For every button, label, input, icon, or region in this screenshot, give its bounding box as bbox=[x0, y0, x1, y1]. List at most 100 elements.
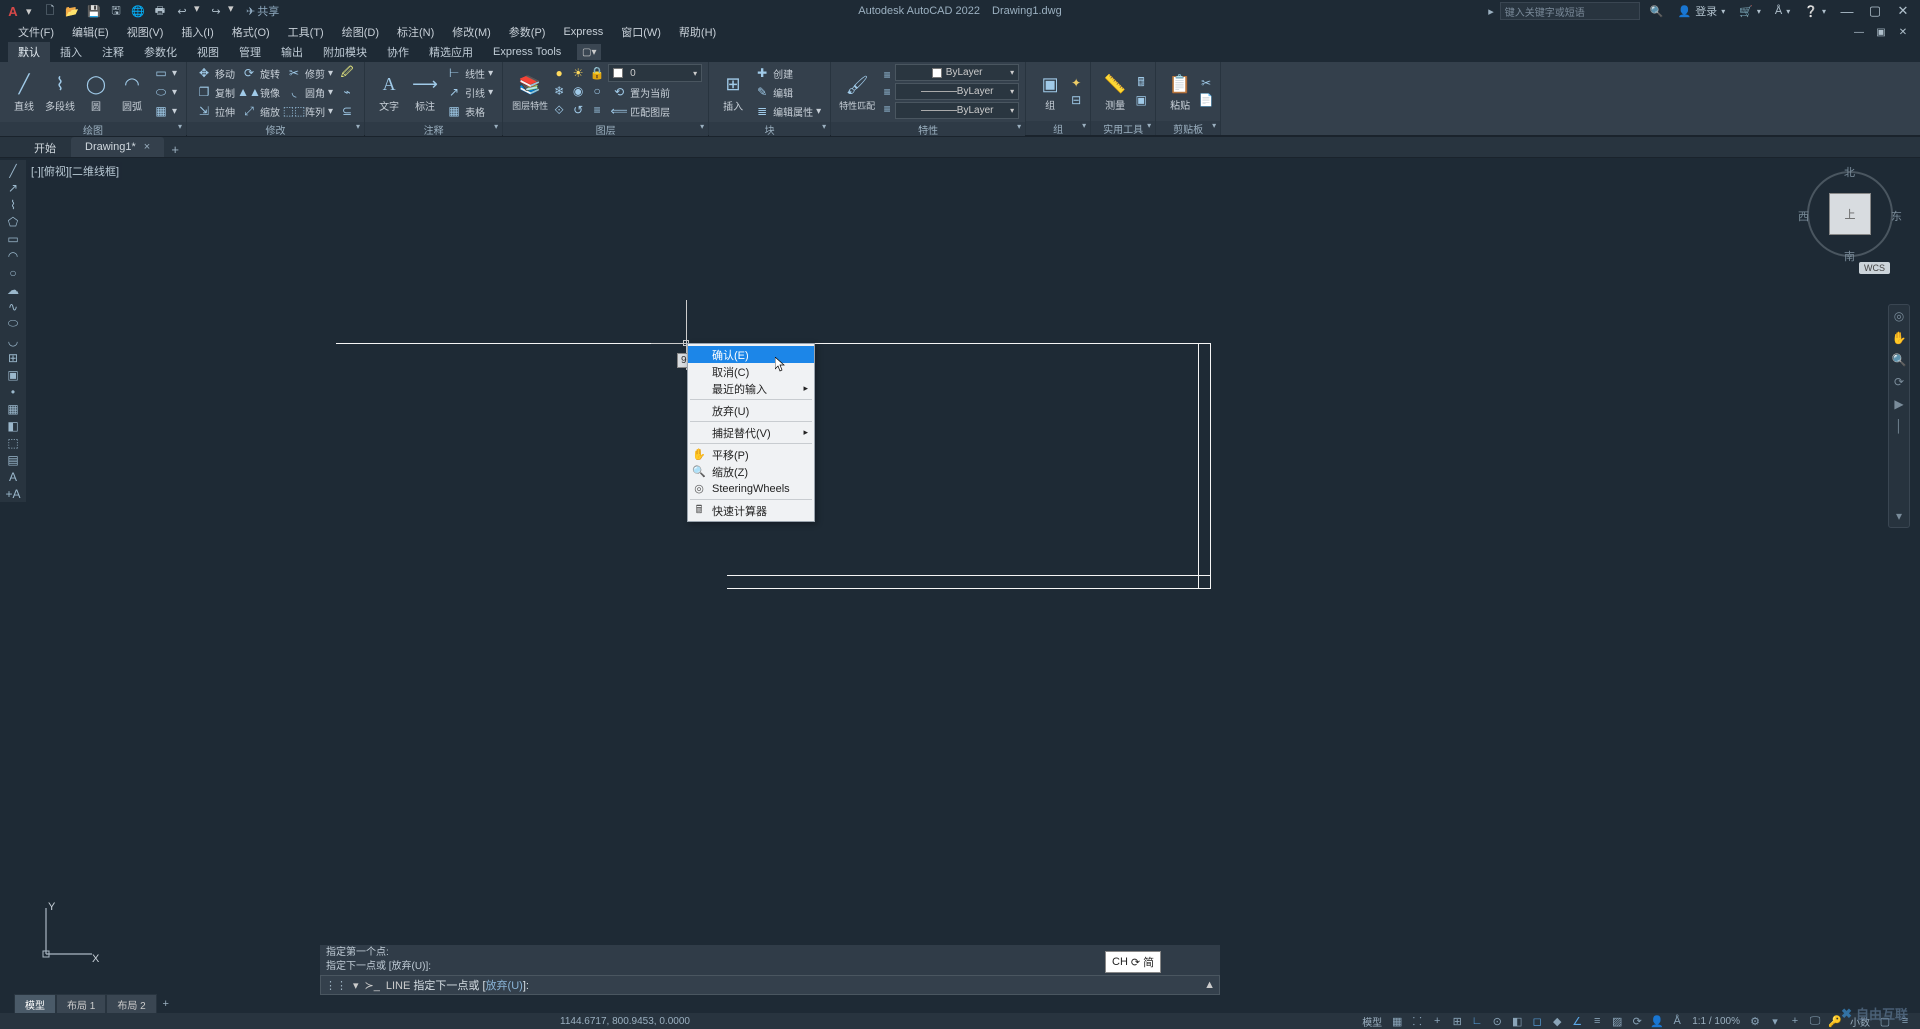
layer-selector[interactable]: 0▾ bbox=[608, 64, 702, 82]
nav-expand-icon[interactable]: ▾ bbox=[1889, 505, 1909, 527]
tool-ellarc-icon[interactable]: ◡ bbox=[0, 332, 26, 349]
ribbon-tab-annotate[interactable]: 注释 bbox=[92, 42, 134, 62]
tool-spline-icon[interactable]: ∿ bbox=[0, 298, 26, 315]
copy-button[interactable]: ❐复制 bbox=[193, 83, 238, 101]
tool-xline-icon[interactable]: ↗ bbox=[0, 179, 26, 196]
ctx-pan[interactable]: ✋平移(P) bbox=[688, 446, 814, 463]
ctx-cancel[interactable]: 取消(C) bbox=[688, 363, 814, 380]
match-props-button[interactable]: 🖌特性匹配 bbox=[837, 73, 877, 112]
ribbon-tab-collab[interactable]: 协作 bbox=[377, 42, 419, 62]
ribbon-toggle-button[interactable]: ▢▾ bbox=[577, 44, 601, 60]
layout-1-tab[interactable]: 布局 1 bbox=[56, 994, 106, 1015]
doc-close-button[interactable]: ✕ bbox=[1892, 27, 1914, 38]
menu-insert[interactable]: 插入(I) bbox=[173, 22, 221, 42]
layer-iso-icon[interactable]: ◉ bbox=[570, 83, 586, 99]
command-input[interactable]: ⋮⋮ ▾ ≻_ LINE 指定下一点或 [放弃(U)]: ▲ bbox=[320, 975, 1220, 995]
tool-ellipse-icon[interactable]: ⬭ bbox=[0, 315, 26, 332]
otrack-toggle-icon[interactable]: ∠ bbox=[1568, 1014, 1586, 1028]
cmd-dropdown-icon[interactable]: ▾ bbox=[353, 979, 359, 992]
leader-button[interactable]: ↗引线▾ bbox=[443, 83, 496, 101]
ctx-confirm[interactable]: 确认(E) bbox=[688, 346, 814, 363]
viewcube-east[interactable]: 东 bbox=[1891, 208, 1902, 224]
menu-file[interactable]: 文件(F) bbox=[10, 22, 62, 42]
share-button[interactable]: ✈ 共享 bbox=[246, 3, 279, 19]
edit-attr-button[interactable]: ≣编辑属性▾ bbox=[751, 102, 824, 120]
annoscale-icon[interactable]: Å bbox=[1668, 1014, 1686, 1028]
ctx-recent[interactable]: 最近的输入▸ bbox=[688, 380, 814, 397]
close-tab-button[interactable]: × bbox=[144, 141, 150, 153]
tool-point-icon[interactable]: • bbox=[0, 383, 26, 400]
search-input[interactable]: 键入关键字或短语 bbox=[1500, 2, 1640, 20]
move-button[interactable]: ✥移动 bbox=[193, 64, 238, 82]
menu-help[interactable]: 帮助(H) bbox=[671, 22, 724, 42]
minimize-button[interactable]: — bbox=[1836, 4, 1858, 19]
ribbon-tab-featured[interactable]: 精选应用 bbox=[419, 42, 483, 62]
doc-restore-button[interactable]: ▣ bbox=[1870, 27, 1892, 38]
bulb-icon[interactable]: ● bbox=[551, 65, 567, 81]
trim-button[interactable]: ✂修剪▾ bbox=[283, 64, 336, 82]
qat-redo-dropdown[interactable]: ▾ bbox=[228, 2, 238, 20]
viewport-label[interactable]: [-][俯视][二维线框] bbox=[28, 162, 122, 180]
viewcube-north[interactable]: 北 bbox=[1844, 164, 1855, 180]
cmd-option-undo[interactable]: 放弃(U) bbox=[486, 980, 523, 992]
measure-button[interactable]: 📏测量 bbox=[1097, 71, 1133, 112]
tool-line-icon[interactable]: ╱ bbox=[0, 162, 26, 179]
3dosnap-toggle-icon[interactable]: ◆ bbox=[1548, 1014, 1566, 1028]
ctx-wheels[interactable]: ◎SteeringWheels bbox=[688, 480, 814, 497]
calc-icon[interactable]: 🖩 bbox=[1133, 75, 1149, 91]
viewcube-west[interactable]: 西 bbox=[1798, 208, 1809, 224]
rotate-button[interactable]: ⟳旋转 bbox=[238, 64, 283, 82]
ribbon-tab-express[interactable]: Express Tools bbox=[483, 44, 571, 60]
search-button[interactable]: 🔍 bbox=[1646, 5, 1668, 18]
tool-arc-icon[interactable]: ◠ bbox=[0, 247, 26, 264]
copy-clip-icon[interactable]: 📄 bbox=[1198, 92, 1214, 108]
draw-extra2[interactable]: ⬭▾ bbox=[150, 83, 180, 101]
array-button[interactable]: ⬚⬚阵列▾ bbox=[283, 102, 336, 120]
polyline-button[interactable]: ⌇多段线 bbox=[42, 72, 78, 113]
tool-insert-icon[interactable]: ⊞ bbox=[0, 349, 26, 366]
text-button[interactable]: A文字 bbox=[371, 72, 407, 113]
paste-button[interactable]: 📋粘贴 bbox=[1162, 71, 1198, 112]
qat-undo-icon[interactable]: ↩ bbox=[172, 2, 192, 20]
start-tab[interactable]: 开始 bbox=[20, 137, 70, 157]
menu-view[interactable]: 视图(V) bbox=[119, 22, 172, 42]
ribbon-tab-param[interactable]: 参数化 bbox=[134, 42, 187, 62]
bylw-icon[interactable]: ≡ bbox=[879, 84, 895, 100]
maximize-button[interactable]: ▢ bbox=[1864, 3, 1886, 19]
select-icon[interactable]: ▣ bbox=[1133, 92, 1149, 108]
tool-circle-icon[interactable]: ○ bbox=[0, 264, 26, 281]
gear-icon[interactable]: ⚙ bbox=[1746, 1014, 1764, 1028]
help-button[interactable]: ❔▾ bbox=[1800, 5, 1830, 18]
tool-gradient-icon[interactable]: ◧ bbox=[0, 417, 26, 434]
grid-toggle-icon[interactable]: ▦ bbox=[1388, 1014, 1406, 1028]
layer-off-icon[interactable]: ○ bbox=[589, 83, 605, 99]
ime-indicator[interactable]: CH⟳简 bbox=[1105, 951, 1161, 973]
fillet-button[interactable]: ◟圆角▾ bbox=[283, 83, 336, 101]
menu-param[interactable]: 参数(P) bbox=[501, 22, 554, 42]
arc-button[interactable]: ◠圆弧 bbox=[114, 72, 150, 113]
match-layer-button[interactable]: ⟸匹配图层 bbox=[608, 102, 673, 120]
tool-region-icon[interactable]: ⬚ bbox=[0, 434, 26, 451]
nav-orbit-icon[interactable]: ⟳ bbox=[1889, 371, 1909, 393]
qat-web-icon[interactable]: 🌐 bbox=[128, 2, 148, 20]
transp-toggle-icon[interactable]: ▨ bbox=[1608, 1014, 1626, 1028]
drawing-canvas[interactable]: [-][俯视][二维线框] 90 确认(E) 取消(C) 最近的输入▸ 放弃(U… bbox=[26, 160, 1908, 971]
doc-minimize-button[interactable]: — bbox=[1848, 27, 1870, 38]
cmd-close-icon[interactable]: ▲ bbox=[1204, 979, 1215, 991]
bylt-icon[interactable]: ≡ bbox=[879, 101, 895, 117]
close-button[interactable]: ✕ bbox=[1892, 3, 1914, 19]
menu-window[interactable]: 窗口(W) bbox=[613, 22, 669, 42]
ctx-zoom[interactable]: 🔍缩放(Z) bbox=[688, 463, 814, 480]
lock-icon[interactable]: 🔒 bbox=[589, 65, 605, 81]
qat-new-icon[interactable]: 🗋 bbox=[40, 2, 60, 20]
bycolor-icon[interactable]: ≡ bbox=[879, 67, 895, 83]
create-block-button[interactable]: ✚创建 bbox=[751, 64, 824, 82]
cart-button[interactable]: 🛒▾ bbox=[1735, 5, 1765, 18]
stretch-button[interactable]: ⇲拉伸 bbox=[193, 102, 238, 120]
ctx-undo[interactable]: 放弃(U) bbox=[688, 402, 814, 419]
ribbon-tab-output[interactable]: 输出 bbox=[271, 42, 313, 62]
tool-polyline-icon[interactable]: ⌇ bbox=[0, 196, 26, 213]
insert-button[interactable]: ⊞插入 bbox=[715, 72, 751, 113]
app-logo[interactable]: A bbox=[4, 2, 22, 20]
layout-2-tab[interactable]: 布局 2 bbox=[106, 994, 156, 1015]
